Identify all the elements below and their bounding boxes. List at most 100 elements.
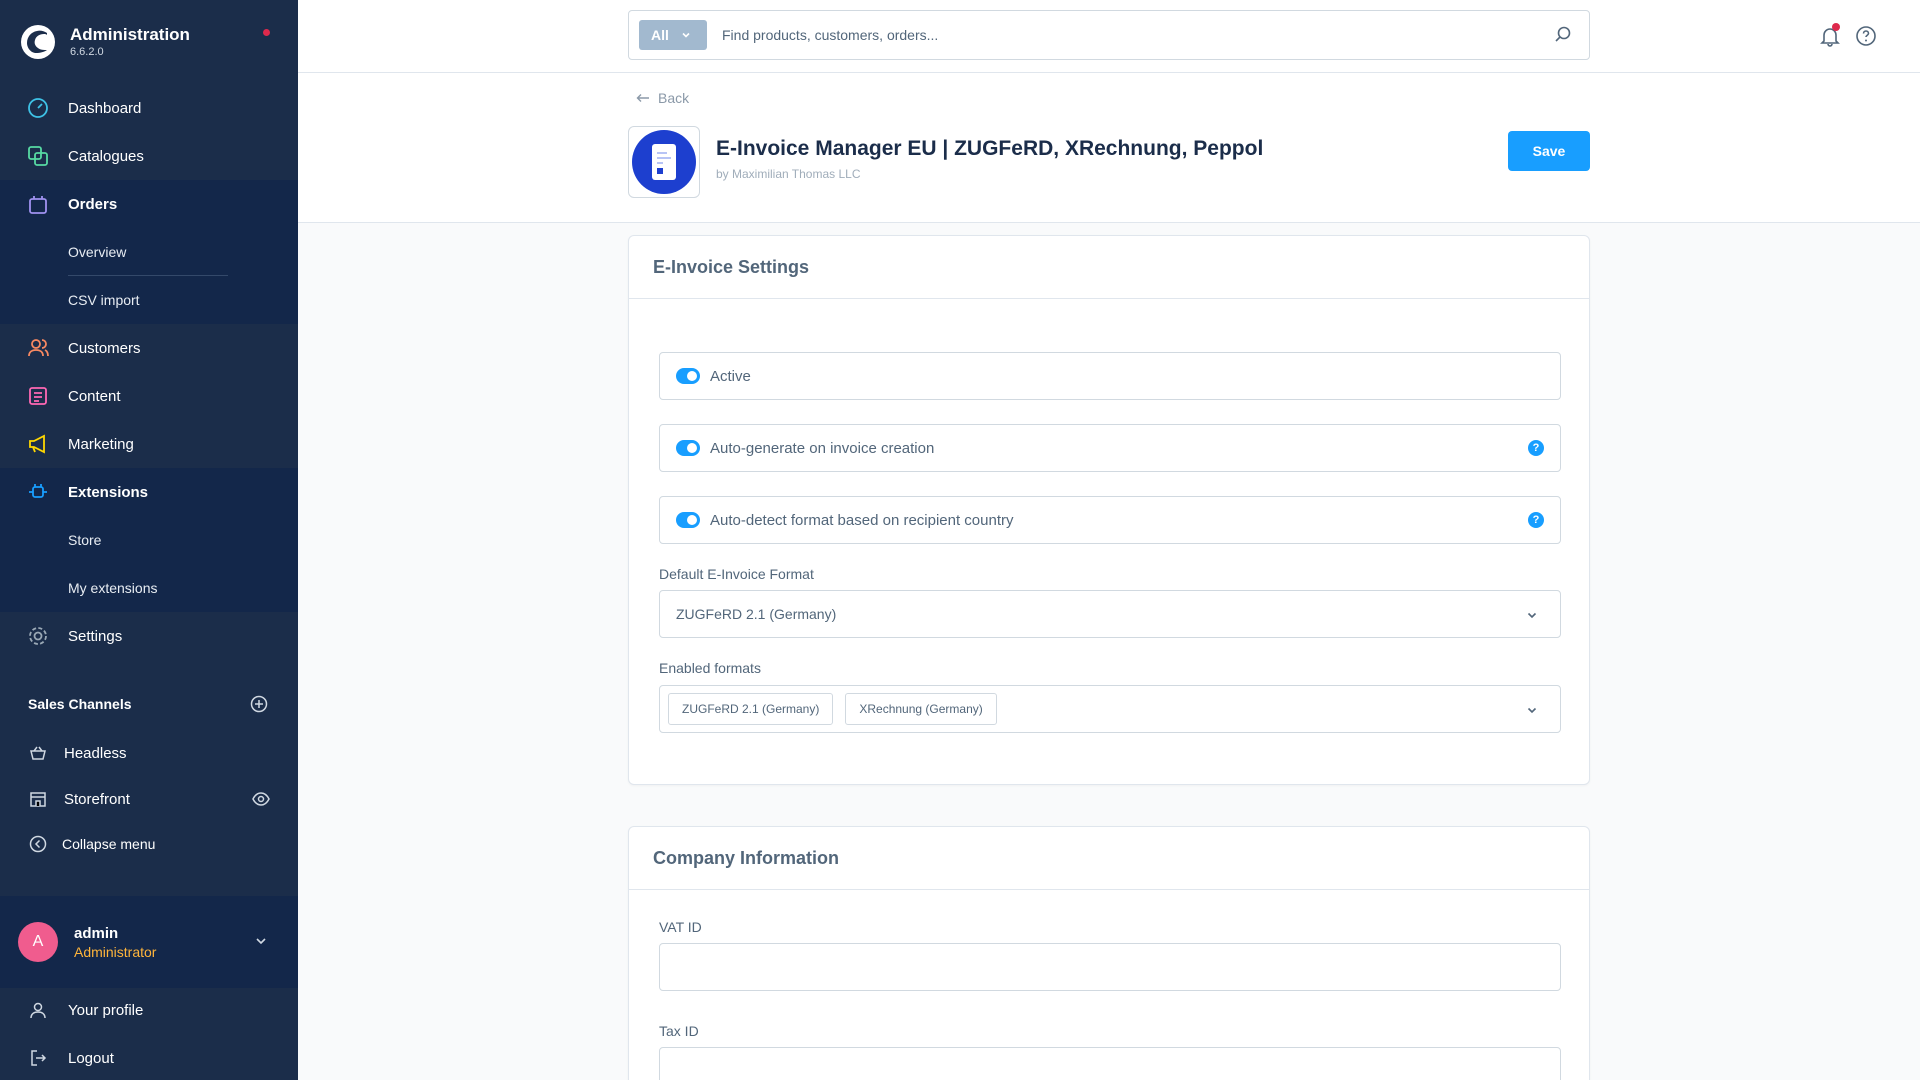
user-role: Administrator: [74, 943, 157, 960]
global-search: All: [628, 10, 1590, 60]
select-value: ZUGFeRD 2.1 (Germany): [676, 606, 837, 622]
sidebar-subitem-store[interactable]: Store: [0, 516, 298, 564]
question-icon[interactable]: ?: [1528, 512, 1544, 528]
shopware-logo-icon: [21, 25, 55, 59]
extensions-group: Extensions Store My extensions: [0, 468, 298, 612]
default-format-label: Default E-Invoice Format: [659, 566, 814, 582]
basket-icon: [28, 743, 48, 763]
sidebar-item-label: Marketing: [68, 435, 134, 453]
card-title: E-Invoice Settings: [629, 236, 1589, 299]
sidebar-subitem-my-extensions[interactable]: My extensions: [0, 564, 298, 612]
brand-title: Administration: [70, 25, 190, 44]
sales-channel-label: Storefront: [64, 790, 130, 808]
plugin-icon: [628, 126, 700, 198]
chevron-down-icon[interactable]: [254, 934, 268, 948]
enabled-formats-label: Enabled formats: [659, 660, 761, 676]
collapse-menu-label: Collapse menu: [62, 836, 156, 852]
sales-channels-title: Sales Channels: [0, 678, 298, 730]
notification-dot: [1832, 23, 1840, 31]
page-title: E-Invoice Manager EU | ZUGFeRD, XRechnun…: [716, 137, 1264, 160]
einvoice-settings-card: E-Invoice Settings Active Auto-generate …: [628, 235, 1590, 785]
autogenerate-switch-field[interactable]: Auto-generate on invoice creation ?: [659, 424, 1561, 472]
shopping-bag-icon: [26, 192, 50, 216]
sidebar-item-dashboard[interactable]: Dashboard: [0, 84, 298, 132]
topbar: All: [298, 0, 1920, 73]
sidebar-subitem-label: Overview: [68, 244, 127, 260]
search-type-dropdown[interactable]: All: [639, 20, 707, 50]
sidebar-item-settings[interactable]: Settings: [0, 612, 298, 660]
storefront-icon: [28, 789, 48, 809]
chevron-down-icon: [1527, 612, 1537, 619]
search-icon[interactable]: [1553, 25, 1573, 45]
autodetect-switch-field[interactable]: Auto-detect format based on recipient co…: [659, 496, 1561, 544]
your-profile-label: Your profile: [68, 1001, 144, 1019]
switch-label: Auto-detect format based on recipient co…: [710, 511, 1014, 529]
sidebar-item-label: Catalogues: [68, 147, 144, 165]
save-button[interactable]: Save: [1508, 131, 1590, 171]
sidebar: Administration 6.6.2.0 Dashboard Catalog…: [0, 0, 298, 1080]
sidebar-item-label: Customers: [68, 339, 141, 357]
sales-channel-headless[interactable]: Headless: [0, 730, 298, 776]
sidebar-item-orders[interactable]: Orders: [0, 180, 298, 228]
arrow-left-icon: [636, 90, 650, 106]
tax-id-input[interactable]: [659, 1047, 1561, 1080]
bottom-links: Your profile Logout: [0, 986, 298, 1080]
sidebar-item-label: Orders: [68, 195, 118, 213]
your-profile-link[interactable]: Your profile: [0, 986, 298, 1034]
format-tag[interactable]: XRechnung (Germany): [845, 693, 997, 725]
plugin-author: by Maximilian Thomas LLC: [716, 167, 861, 181]
sidebar-item-extensions[interactable]: Extensions: [0, 468, 298, 516]
sidebar-subitem-label: CSV import: [68, 292, 140, 308]
default-format-select[interactable]: ZUGFeRD 2.1 (Germany): [659, 590, 1561, 638]
sidebar-item-label: Dashboard: [68, 99, 142, 117]
company-information-card: Company Information VAT ID Tax ID: [628, 826, 1590, 1080]
brand-version: 6.6.2.0: [70, 46, 104, 58]
content-icon: [26, 384, 50, 408]
sidebar-item-marketing[interactable]: Marketing: [0, 420, 298, 468]
logout-icon: [28, 1048, 48, 1068]
user-name: admin: [74, 924, 119, 942]
help-icon[interactable]: [1854, 24, 1878, 48]
status-dot: [263, 29, 270, 36]
megaphone-icon: [26, 432, 50, 456]
chevron-down-icon: [682, 32, 690, 38]
logout-link[interactable]: Logout: [0, 1034, 298, 1080]
brand: Administration 6.6.2.0: [0, 0, 298, 84]
switch-label: Active: [710, 367, 751, 385]
sidebar-subitem-overview[interactable]: Overview: [0, 228, 298, 276]
eye-icon[interactable]: [252, 790, 270, 808]
tax-id-label: Tax ID: [659, 1023, 699, 1039]
enabled-formats-multiselect[interactable]: ZUGFeRD 2.1 (Germany) XRechnung (Germany…: [659, 685, 1561, 733]
collapse-menu-button[interactable]: Collapse menu: [0, 822, 298, 866]
sidebar-item-customers[interactable]: Customers: [0, 324, 298, 372]
active-switch-field[interactable]: Active: [659, 352, 1561, 400]
sidebar-item-content[interactable]: Content: [0, 372, 298, 420]
sales-channel-label: Headless: [64, 744, 127, 762]
search-type-label: All: [651, 27, 669, 43]
switch-label: Auto-generate on invoice creation: [710, 439, 935, 457]
sidebar-subitem-label: My extensions: [68, 580, 158, 596]
search-input[interactable]: [722, 27, 1553, 43]
page-header: Back E-Invoice Manager EU | ZUGFeRD, XRe…: [298, 73, 1920, 223]
autogenerate-toggle[interactable]: [676, 440, 700, 456]
dashboard-icon: [26, 96, 50, 120]
back-link[interactable]: Back: [636, 90, 689, 106]
format-tag[interactable]: ZUGFeRD 2.1 (Germany): [668, 693, 834, 725]
plus-circle-icon[interactable]: [250, 695, 268, 713]
chevron-left-circle-icon: [28, 834, 48, 854]
vat-id-label: VAT ID: [659, 919, 702, 935]
catalogue-icon: [26, 144, 50, 168]
user-panel[interactable]: A admin Administrator: [0, 896, 298, 988]
gear-icon: [26, 624, 50, 648]
question-icon[interactable]: ?: [1528, 440, 1544, 456]
card-title: Company Information: [629, 827, 1589, 890]
document-icon: [632, 130, 696, 194]
sidebar-item-label: Settings: [68, 627, 123, 645]
active-toggle[interactable]: [676, 368, 700, 384]
sidebar-item-catalogues[interactable]: Catalogues: [0, 132, 298, 180]
autodetect-toggle[interactable]: [676, 512, 700, 528]
sales-channel-storefront[interactable]: Storefront: [0, 776, 298, 822]
sidebar-subitem-csv-import[interactable]: CSV import: [0, 276, 298, 324]
orders-group: Orders Overview CSV import: [0, 180, 298, 324]
vat-id-input[interactable]: [659, 943, 1561, 991]
